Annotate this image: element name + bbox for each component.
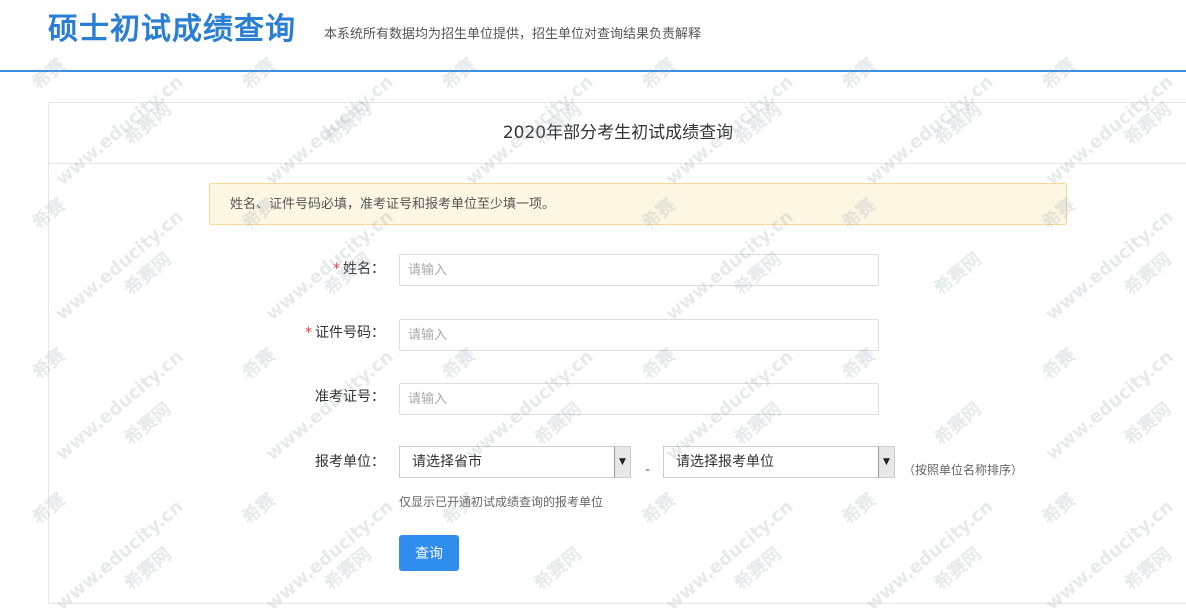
notice-banner: 姓名、证件号码必填，准考证号和报考单位至少填一项。 [209, 183, 1067, 225]
name-label: * 姓名： [85, 254, 385, 284]
query-button[interactable]: 查询 [399, 535, 459, 571]
unit-select-value: 请选择报考单位 [676, 454, 774, 470]
province-select-value: 请选择省市 [412, 454, 482, 470]
chevron-down-icon[interactable]: ▼ [878, 447, 894, 477]
required-mark: * [333, 261, 340, 277]
name-label-text: 姓名： [343, 261, 385, 277]
exam-number-label: 准考证号： [315, 389, 385, 405]
province-select[interactable]: 请选择省市 ▼ [399, 446, 631, 478]
exam-number-input[interactable] [399, 383, 879, 415]
id-number-input[interactable] [399, 319, 879, 351]
separator: - [645, 462, 651, 478]
chevron-down-icon[interactable]: ▼ [614, 447, 630, 477]
id-number-label: * 证件号码： [85, 318, 385, 348]
page-header: 硕士初试成绩查询 本系统所有数据均为招生单位提供，招生单位对查询结果负责解释 [0, 0, 1186, 72]
site-title: 硕士初试成绩查询 [48, 12, 296, 47]
unit-select[interactable]: 请选择报考单位 ▼ [663, 446, 895, 478]
query-panel: 2020年部分考生初试成绩查询 姓名、证件号码必填，准考证号和报考单位至少填一项… [48, 102, 1186, 604]
site-subtitle: 本系统所有数据均为招生单位提供，招生单位对查询结果负责解释 [324, 27, 702, 42]
sort-hint: （按照单位名称排序） [903, 463, 1024, 477]
unit-label: 报考单位： [315, 454, 385, 470]
id-number-label-text: 证件号码： [315, 325, 385, 341]
help-text: 仅显示已开通初试成绩查询的报考单位 [399, 495, 604, 509]
panel-title: 2020年部分考生初试成绩查询 [49, 103, 1186, 164]
name-input[interactable] [399, 254, 879, 286]
required-mark: * [305, 325, 312, 341]
